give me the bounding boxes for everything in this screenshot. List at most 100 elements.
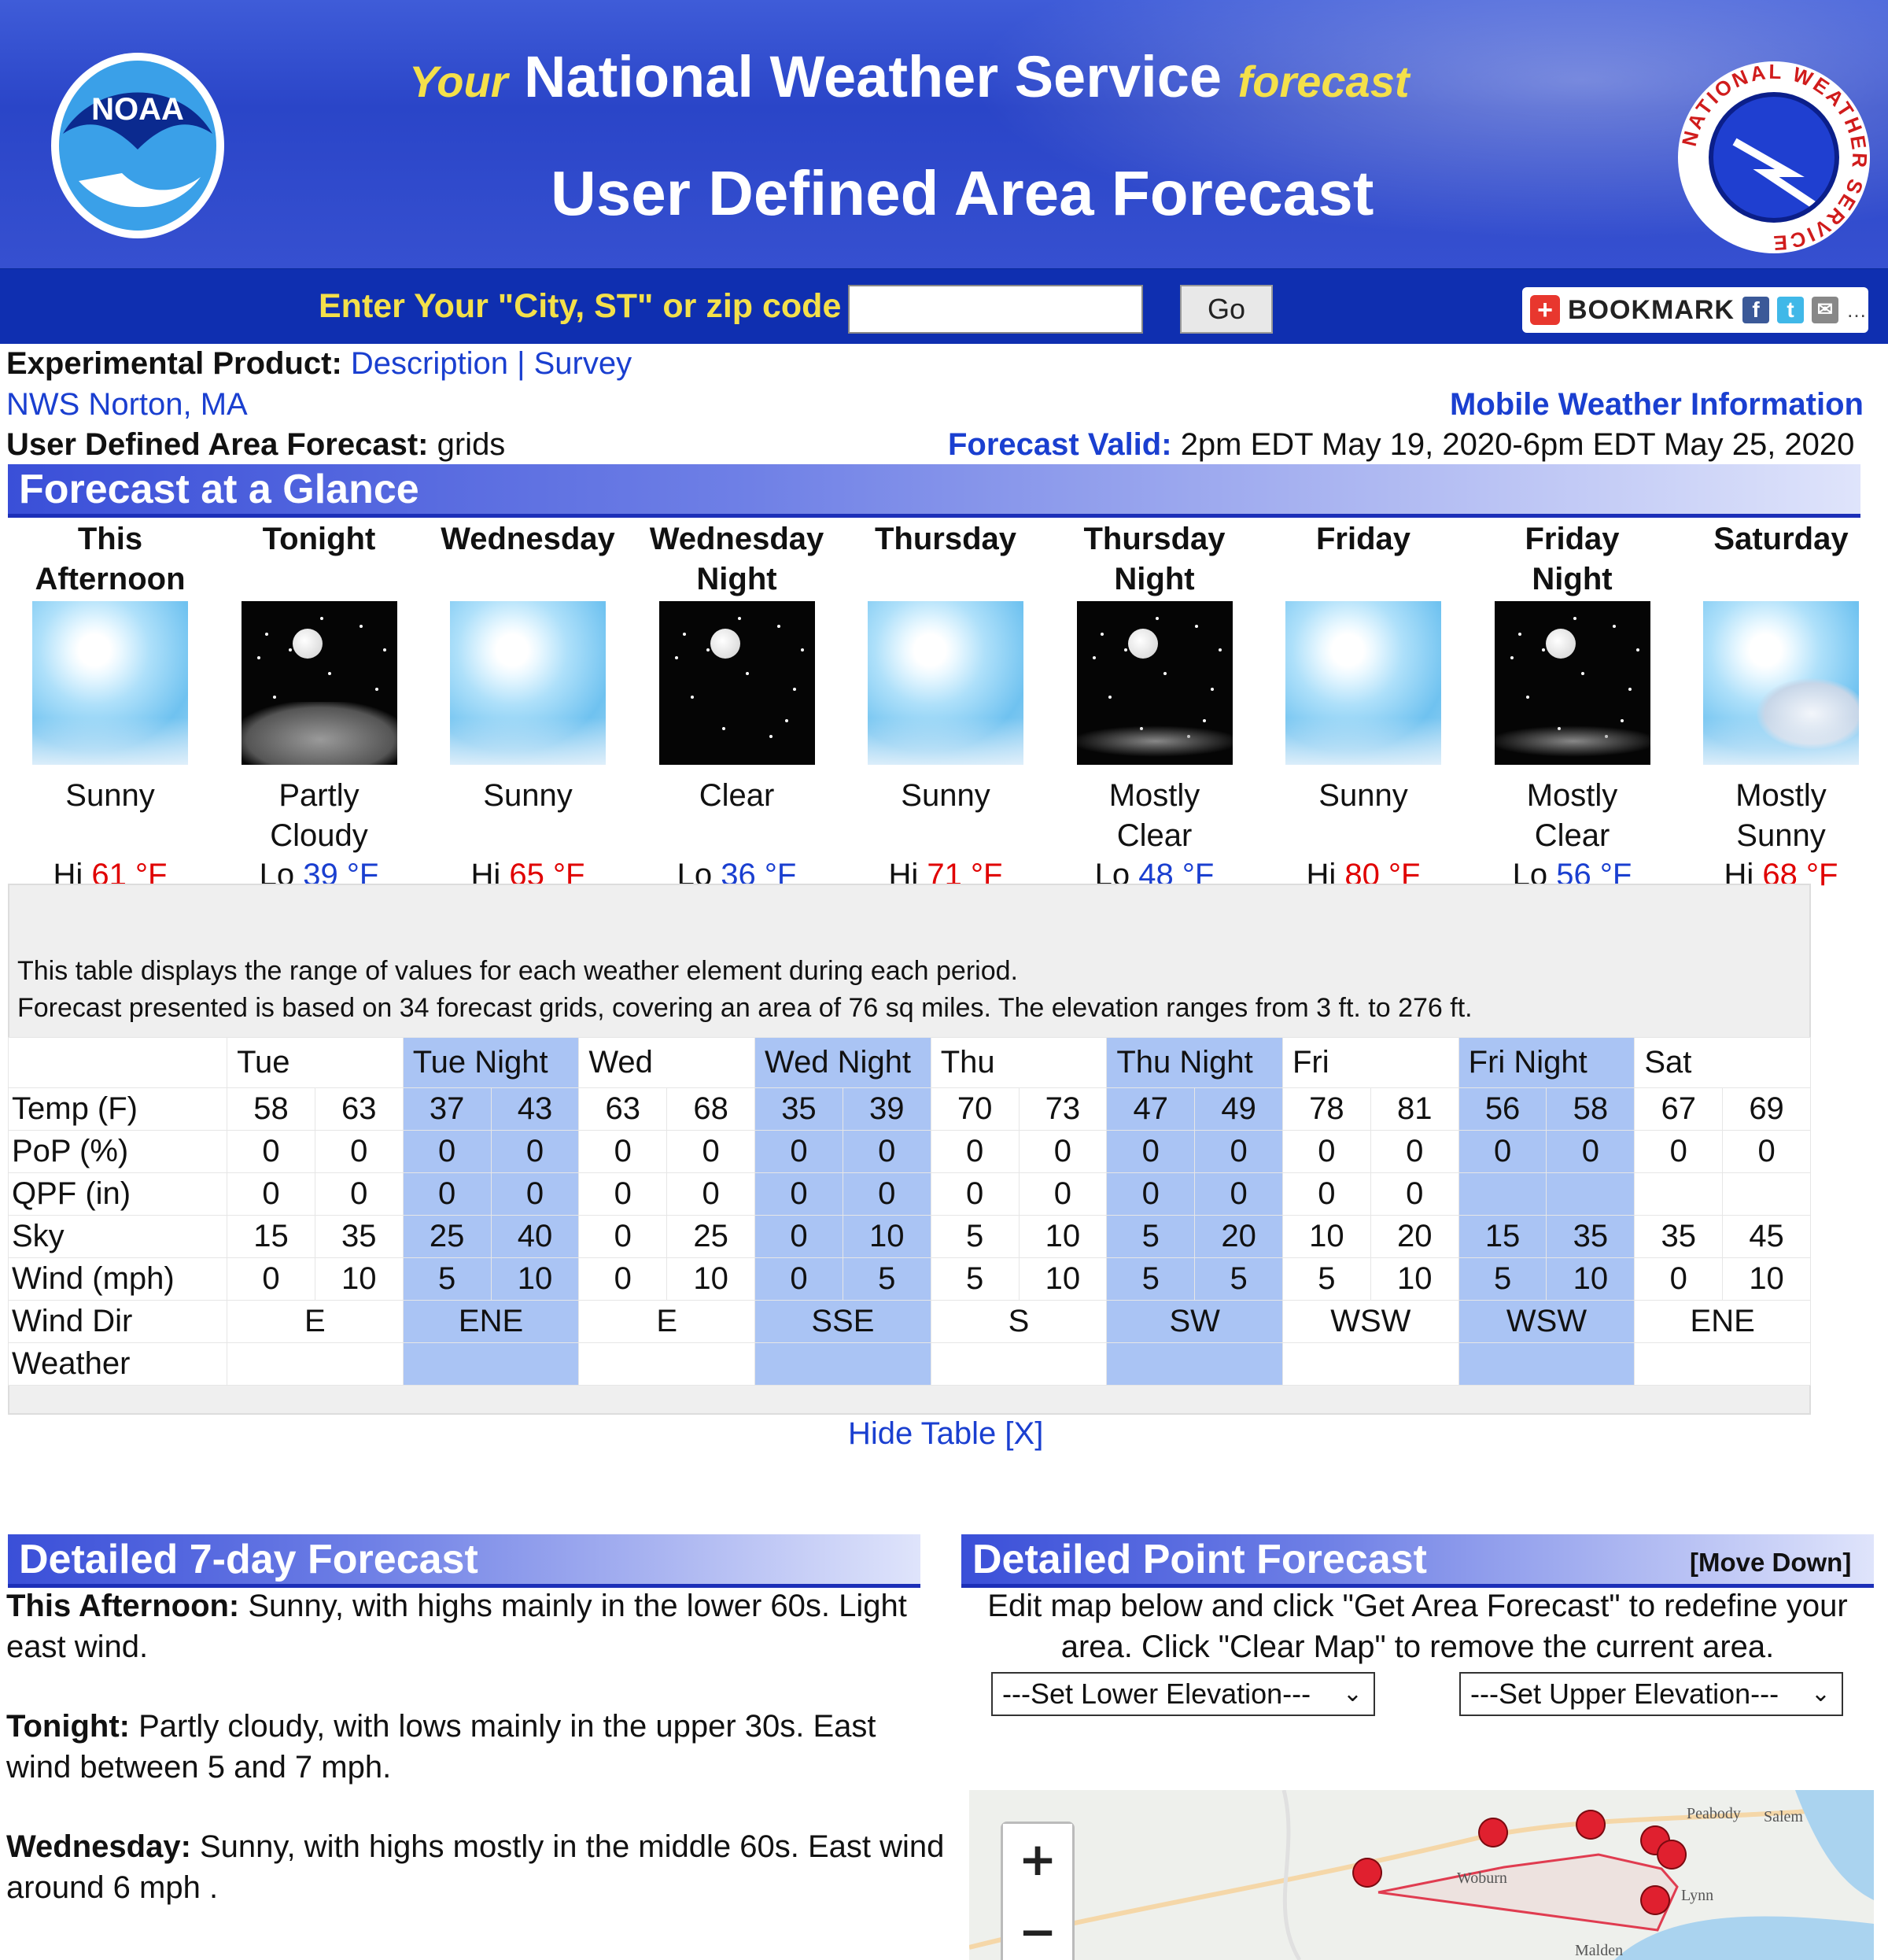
period-name: This Afternoon [12, 519, 208, 600]
zoom-out-button[interactable]: − [1003, 1896, 1072, 1960]
table-cell: 15 [227, 1215, 315, 1258]
table-note: This table displays the range of values … [17, 956, 1018, 986]
area-map[interactable]: Peabody Salem Woburn Lynn Malden + − [969, 1790, 1874, 1960]
table-cell: 10 [842, 1215, 931, 1258]
table-cell [1634, 1342, 1811, 1386]
table-cell: 25 [402, 1215, 492, 1258]
table-period-header: Wed Night [754, 1037, 931, 1088]
survey-link[interactable]: Survey [534, 346, 632, 381]
star-dot [256, 656, 260, 659]
search-prompt: Enter Your "City, ST" or zip code [319, 287, 842, 325]
table-cell: 63 [314, 1087, 404, 1131]
table-row-label: Temp (F) [7, 1087, 228, 1131]
search-input[interactable] [848, 285, 1143, 334]
table-cell: 0 [1634, 1130, 1724, 1173]
table-cell: 40 [490, 1215, 580, 1258]
table-row: Temp (F) 58 63 37 43 63 68 35 39 70 73 47 49 78 81 56 58… [7, 1087, 1811, 1131]
period-name-line: Wednesday [441, 522, 615, 556]
period-name: Thursday [847, 519, 1044, 600]
experimental-label: Experimental Product: [6, 346, 342, 381]
table-cell: 0 [578, 1215, 668, 1258]
more-icon[interactable]: … [1846, 298, 1867, 323]
star-dot [1510, 656, 1514, 659]
forecast-valid-label: Forecast Valid: [948, 427, 1172, 462]
go-button[interactable]: Go [1180, 285, 1273, 334]
lower-elevation-select[interactable]: ---Set Lower Elevation--- ⌄ [991, 1672, 1375, 1716]
table-cell: 0 [227, 1257, 315, 1301]
table-cell: 0 [666, 1130, 756, 1173]
period-desc-line: Mostly [1526, 778, 1618, 813]
link-separator: | [517, 346, 525, 381]
forecast-period: Thursday Sunny Hi 71 °F [847, 519, 1044, 893]
upper-elevation-select[interactable]: ---Set Upper Elevation--- ⌄ [1459, 1672, 1843, 1716]
star-dot [272, 696, 276, 699]
zoom-control: + − [1001, 1822, 1075, 1960]
table-period-header: Fri [1282, 1037, 1459, 1088]
noaa-logo[interactable]: NOAA [47, 47, 228, 244]
zoom-in-button[interactable]: + [1003, 1824, 1072, 1895]
star-dot [1100, 633, 1104, 636]
table-cell: 0 [1194, 1172, 1283, 1216]
sunny-day-icon [450, 601, 606, 765]
table-cell: 35 [314, 1215, 404, 1258]
table-cell [1546, 1172, 1635, 1216]
star-dot [690, 696, 694, 699]
table-period-header: Sat [1634, 1037, 1811, 1088]
table-cell: 5 [1106, 1257, 1196, 1301]
table-cell: 35 [1634, 1215, 1724, 1258]
hide-table-link[interactable]: Hide Table [X] [848, 1416, 1043, 1452]
nws-logo[interactable]: NATIONAL WEATHER SERVICE [1672, 55, 1876, 260]
bookmark-label: BOOKMARK [1568, 294, 1735, 325]
header-title-suffix: forecast [1237, 57, 1410, 106]
table-cell: 0 [930, 1130, 1020, 1173]
map-canvas[interactable]: Peabody Salem Woburn Lynn Malden [969, 1790, 1874, 1960]
period-description: Sunny [430, 776, 626, 858]
table-cell: 0 [754, 1257, 843, 1301]
table-cell: 0 [1370, 1130, 1459, 1173]
period-desc-line: Mostly [1108, 778, 1200, 813]
mobile-weather-link[interactable]: Mobile Weather Information [1450, 387, 1864, 423]
email-icon[interactable]: ✉ [1811, 297, 1838, 323]
forecast-period: This Afternoon Sunny Hi 61 °F [12, 519, 208, 893]
star-dot [682, 633, 686, 636]
star-dot [792, 688, 796, 691]
forecast-period: Saturday Mostly Sunny Hi 68 °F [1683, 519, 1879, 893]
period-name-line: Night [1114, 562, 1195, 596]
moon-shape [710, 629, 740, 659]
period-desc-line: Cloudy [270, 818, 368, 853]
table-period-header: Tue Night [402, 1037, 580, 1088]
cloud-shape [1494, 725, 1650, 757]
header-title-main: National Weather Service [524, 44, 1222, 109]
table-cell: 0 [578, 1257, 668, 1301]
table-period-header: Tue [227, 1037, 404, 1088]
move-down-link[interactable]: [Move Down] [1690, 1548, 1851, 1578]
period-name-line: Night [1532, 562, 1613, 596]
bookmark-widget[interactable]: + BOOKMARK f t ✉ … [1522, 287, 1868, 333]
period-name: Thursday Night [1056, 519, 1253, 600]
table-cell: 0 [754, 1215, 843, 1258]
table-cell [1282, 1342, 1459, 1386]
office-link[interactable]: NWS Norton, MA [6, 387, 248, 423]
table-cell [227, 1342, 404, 1386]
table-cell: 78 [1282, 1087, 1371, 1131]
forecast-period: Tonight Partly Cloudy Lo 39 °F [221, 519, 418, 893]
period-description: Sunny [847, 776, 1044, 858]
star-dot [1612, 625, 1616, 628]
table-cell [930, 1342, 1108, 1386]
star-dot [1194, 625, 1198, 628]
table-cell: 0 [1194, 1130, 1283, 1173]
table-cell: E [227, 1300, 404, 1343]
description-link[interactable]: Description [351, 346, 508, 381]
table-cell: 0 [666, 1172, 756, 1216]
table-cell: 0 [1018, 1172, 1108, 1216]
facebook-icon[interactable]: f [1742, 297, 1769, 323]
star-dot [1108, 696, 1112, 699]
period-name-line: Friday [1315, 522, 1411, 556]
table-cell [1458, 1342, 1635, 1386]
table-cell: 0 [227, 1130, 315, 1173]
table-cell: 73 [1018, 1087, 1108, 1131]
twitter-icon[interactable]: t [1776, 297, 1804, 323]
table-row: Wind Dir E ENE E SSE S SW WSW WSW ENE [7, 1300, 1811, 1343]
table-period-header: Fri Night [1458, 1037, 1635, 1088]
table-cell: 35 [1546, 1215, 1635, 1258]
